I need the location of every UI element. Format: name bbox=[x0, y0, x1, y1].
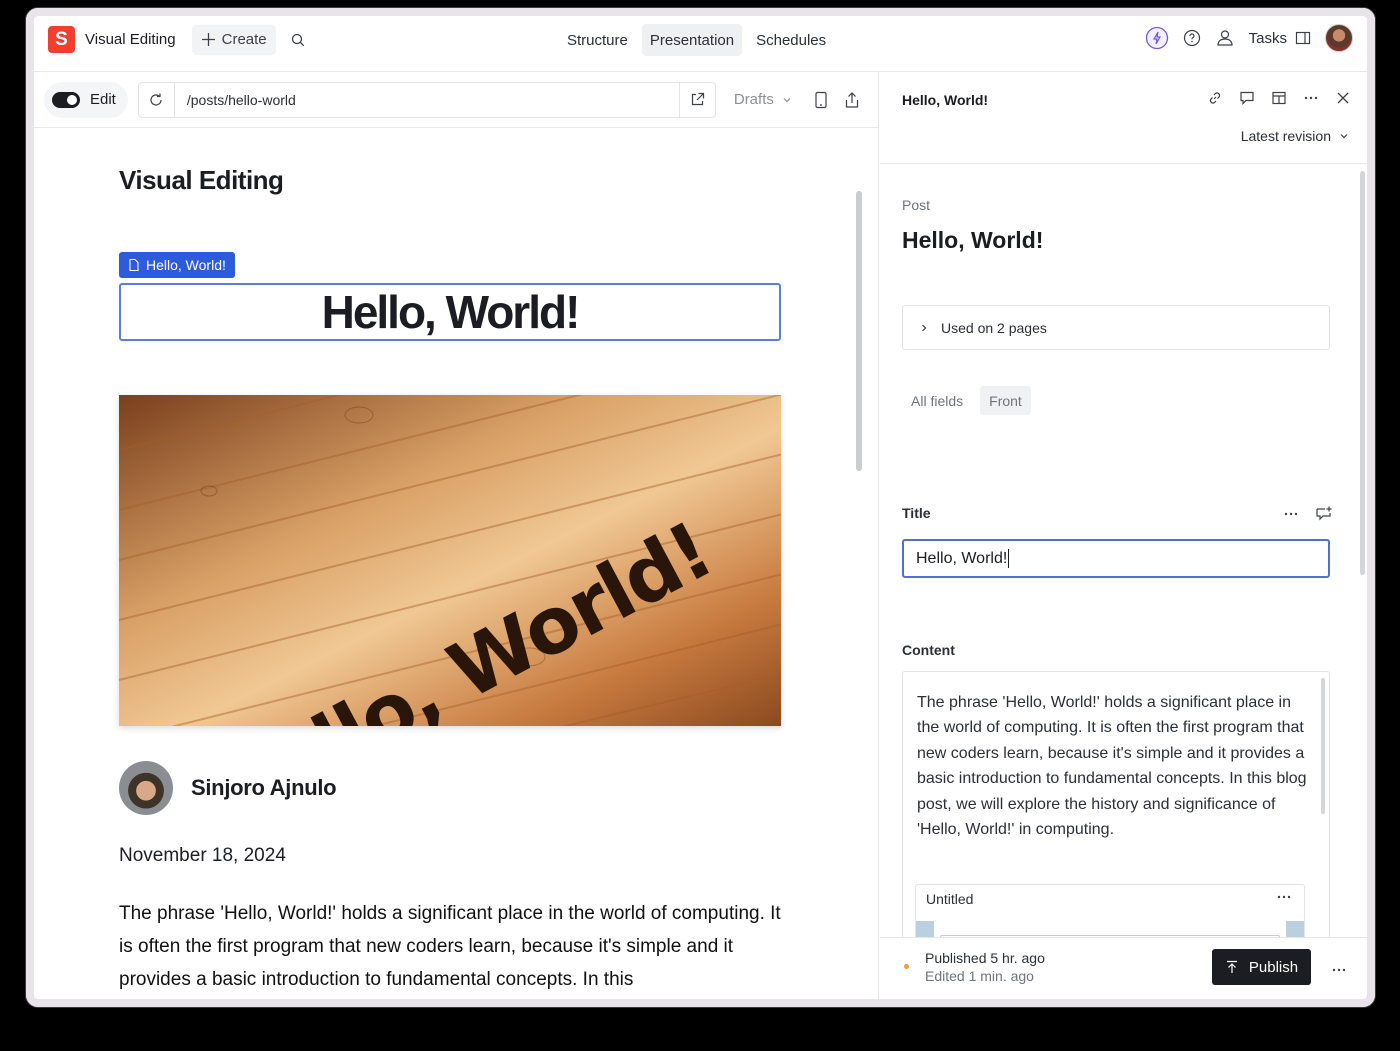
document-tools bbox=[1207, 90, 1351, 106]
close-icon[interactable] bbox=[1335, 90, 1351, 106]
author-block: Sinjoro Ajnulo bbox=[119, 761, 337, 815]
app-window: S Visual Editing Create Structure Presen… bbox=[26, 8, 1375, 1007]
used-on-pages[interactable]: Used on 2 pages bbox=[902, 305, 1330, 350]
embedded-block-preview bbox=[916, 921, 1304, 937]
chevron-down-icon bbox=[1339, 131, 1349, 141]
title-input[interactable]: Hello, World! bbox=[902, 539, 1330, 578]
title-field-label: Title bbox=[902, 505, 931, 521]
main-nav: Structure Presentation Schedules bbox=[559, 24, 834, 56]
content-text[interactable]: The phrase 'Hello, World!' holds a signi… bbox=[917, 690, 1309, 842]
author-name[interactable]: Sinjoro Ajnulo bbox=[191, 775, 337, 801]
help-icon[interactable] bbox=[1183, 29, 1201, 47]
title-field-tools bbox=[1283, 505, 1333, 523]
plus-icon bbox=[201, 32, 216, 47]
url-bar: /posts/hello-world bbox=[137, 81, 716, 118]
overlay-chip[interactable]: Hello, World! bbox=[119, 252, 235, 278]
status-dot bbox=[904, 964, 909, 969]
document-title: Hello, World! bbox=[902, 227, 1044, 253]
text-caret bbox=[1008, 549, 1010, 568]
comment-icon[interactable] bbox=[1239, 90, 1255, 106]
edit-switch[interactable] bbox=[52, 91, 80, 108]
tab-schedules[interactable]: Schedules bbox=[748, 24, 834, 56]
chevron-down-icon bbox=[782, 95, 792, 105]
preview-toolbar: Edit /posts/hello-world Drafts bbox=[34, 72, 878, 128]
edit-label: Edit bbox=[90, 91, 116, 108]
publish-button[interactable]: Publish bbox=[1212, 949, 1311, 985]
search-icon[interactable] bbox=[290, 32, 306, 48]
embedded-block[interactable]: Untitled bbox=[915, 884, 1305, 937]
create-button[interactable]: Create bbox=[191, 24, 276, 55]
publish-icon bbox=[1225, 960, 1239, 974]
field-more-icon[interactable] bbox=[1283, 506, 1299, 522]
hero-image[interactable]: Hello, World! bbox=[119, 395, 781, 726]
share-icon[interactable] bbox=[844, 91, 860, 109]
edited-status: Edited 1 min. ago bbox=[925, 968, 1034, 984]
split-pane-icon[interactable] bbox=[1271, 90, 1287, 106]
field-group-tabs: All fields Front bbox=[902, 386, 1031, 415]
mobile-icon[interactable] bbox=[814, 91, 828, 109]
top-bar: S Visual Editing Create Structure Presen… bbox=[26, 8, 1375, 72]
author-avatar bbox=[119, 761, 173, 815]
title-input-value: Hello, World! bbox=[916, 549, 1008, 567]
add-comment-icon[interactable] bbox=[1315, 505, 1333, 523]
link-icon[interactable] bbox=[1207, 90, 1223, 106]
post-date: November 18, 2024 bbox=[119, 845, 286, 866]
headline-overlay[interactable]: Hello, World! bbox=[119, 283, 781, 341]
publish-label: Publish bbox=[1248, 958, 1299, 976]
form-scrollbar[interactable] bbox=[1360, 171, 1365, 575]
overlay-chip-label: Hello, World! bbox=[146, 257, 226, 273]
document-form: Post Hello, World! Used on 2 pages All f… bbox=[880, 165, 1367, 937]
revision-label: Latest revision bbox=[1240, 128, 1331, 144]
tab-structure[interactable]: Structure bbox=[559, 24, 636, 56]
chevron-right-icon bbox=[919, 323, 929, 333]
tasks-label: Tasks bbox=[1248, 29, 1287, 47]
user-icon[interactable] bbox=[1215, 28, 1235, 48]
more-icon[interactable] bbox=[1303, 90, 1319, 106]
top-right-tools: Tasks bbox=[1145, 24, 1353, 52]
revision-select[interactable]: Latest revision bbox=[1241, 128, 1349, 144]
document-panel: Hello, World! Latest revision Post Hello… bbox=[880, 72, 1367, 999]
tab-all-fields[interactable]: All fields bbox=[902, 386, 972, 415]
app-title[interactable]: Visual Editing bbox=[85, 31, 176, 48]
site-title[interactable]: Visual Editing bbox=[119, 165, 284, 196]
content-editor[interactable]: The phrase 'Hello, World!' holds a signi… bbox=[902, 671, 1330, 937]
post-body[interactable]: The phrase 'Hello, World!' holds a signi… bbox=[119, 897, 787, 996]
used-on-label: Used on 2 pages bbox=[941, 319, 1047, 336]
perspective-select[interactable]: Drafts bbox=[734, 91, 792, 108]
user-avatar[interactable] bbox=[1325, 24, 1353, 52]
refresh-icon[interactable] bbox=[139, 82, 175, 117]
preview-frame[interactable]: Visual Editing Hello, World! Hello, Worl… bbox=[34, 129, 864, 999]
document-icon bbox=[128, 258, 140, 272]
content-field-label: Content bbox=[902, 642, 955, 658]
tab-front[interactable]: Front bbox=[980, 386, 1031, 415]
panel-icon bbox=[1295, 30, 1311, 46]
post-headline: Hello, World! bbox=[321, 286, 581, 338]
block-more-icon[interactable] bbox=[1276, 889, 1292, 905]
published-status: Published 5 hr. ago bbox=[925, 950, 1045, 966]
footer-more-icon[interactable] bbox=[1331, 962, 1347, 978]
sanity-logo[interactable]: S bbox=[48, 26, 75, 53]
document-type-label: Post bbox=[902, 197, 931, 213]
preview-scrollbar[interactable] bbox=[856, 191, 862, 471]
create-label: Create bbox=[221, 31, 267, 48]
embedded-block-title: Untitled bbox=[926, 891, 974, 907]
document-footer: Published 5 hr. ago Edited 1 min. ago Pu… bbox=[880, 937, 1367, 999]
preview-pane: Edit /posts/hello-world Drafts Visual Ed… bbox=[34, 72, 879, 999]
open-external-icon[interactable] bbox=[678, 82, 715, 117]
tasks-button[interactable]: Tasks bbox=[1249, 30, 1311, 47]
perspective-label: Drafts bbox=[733, 91, 774, 108]
url-input[interactable]: /posts/hello-world bbox=[175, 92, 679, 108]
bolt-icon[interactable] bbox=[1145, 26, 1169, 50]
document-header: Hello, World! Latest revision bbox=[880, 72, 1367, 164]
document-header-title: Hello, World! bbox=[902, 92, 989, 108]
content-scrollbar[interactable] bbox=[1321, 678, 1325, 814]
edit-toggle[interactable]: Edit bbox=[44, 81, 128, 118]
tab-presentation[interactable]: Presentation bbox=[641, 24, 743, 56]
